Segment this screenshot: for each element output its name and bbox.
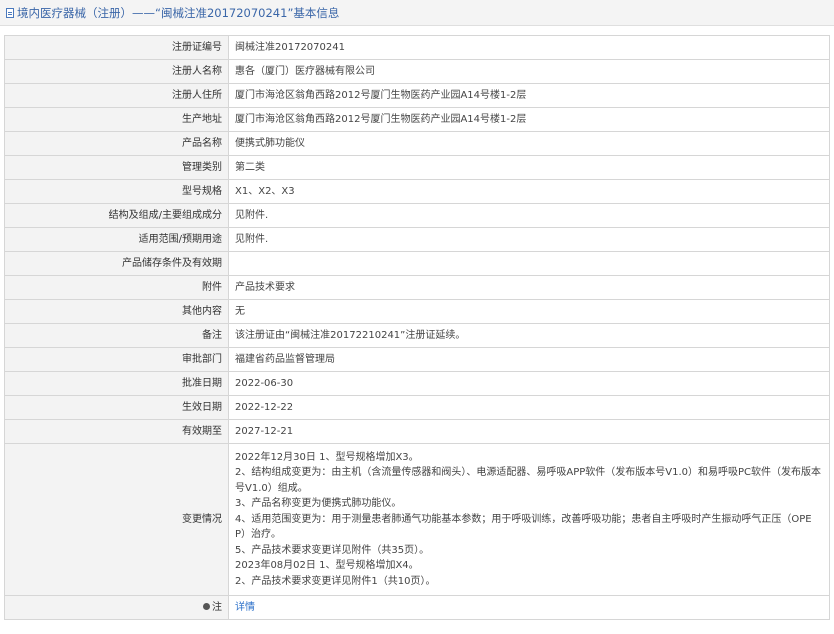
change-line: 5、产品技术要求变更详见附件（共35页）。 [235,544,430,556]
field-value: 2022-06-30 [228,371,830,396]
table-row: 型号规格 X1、X2、X3 [4,179,830,204]
field-value: 该注册证由“闽械注准20172210241”注册证延续。 [228,323,830,348]
field-value: 2027-12-21 [228,419,830,444]
table-row: 结构及组成/主要组成成分 见附件. [4,203,830,228]
change-line: 2023年08月02日 1、型号规格增加X4。 [235,560,419,572]
field-value: 厦门市海沧区翁角西路2012号厦门生物医药产业园A14号楼1-2层 [228,107,830,132]
field-label: 产品名称 [4,131,229,156]
change-line: 2022年12月30日 1、型号规格增加X3。 [235,451,419,463]
field-value: 第二类 [228,155,830,180]
change-line: 4、适用范围变更为：用于测量患者肺通气功能基本参数；用于呼吸训练，改善呼吸功能；… [235,513,812,525]
field-label: 产品储存条件及有效期 [4,251,229,276]
field-value: 福建省药品监督管理局 [228,347,830,372]
field-value [228,251,830,276]
info-table: 注册证编号 闽械注准20172070241 注册人名称 惠各（厦门）医疗器械有限… [4,35,830,620]
table-row: 产品名称 便携式肺功能仪 [4,131,830,156]
change-line: 号V1.0）组成。 [235,482,308,494]
page-title: 境内医疗器械（注册）——“闽械注准20172070241”基本信息 [17,5,340,20]
change-line: 3、产品名称变更为便携式肺功能仪。 [235,498,402,510]
note-value-cell: 详情 [228,595,830,620]
details-link[interactable]: 详情 [235,602,255,613]
field-value: 见附件. [228,203,830,228]
field-value: 闽械注准20172070241 [228,35,830,60]
changes-value: 2022年12月30日 1、型号规格增加X3。 2、结构组成变更为：由主机（含流… [228,443,830,596]
field-label: 批准日期 [4,371,229,396]
field-value: 见附件. [228,227,830,252]
table-row: 管理类别 第二类 [4,155,830,180]
field-value: X1、X2、X3 [228,179,830,204]
changes-label: 变更情况 [4,443,229,596]
field-label: 生效日期 [4,395,229,420]
field-label: 型号规格 [4,179,229,204]
table-row: 其他内容 无 [4,299,830,324]
table-row: 适用范围/预期用途 见附件. [4,227,830,252]
change-line: P）治疗。 [235,529,282,541]
field-label: 审批部门 [4,347,229,372]
field-label: 注册人名称 [4,59,229,84]
note-label: 注 [212,602,222,613]
field-value: 便携式肺功能仪 [228,131,830,156]
table-row: 注册证编号 闽械注准20172070241 [4,35,830,60]
field-value: 厦门市海沧区翁角西路2012号厦门生物医药产业园A14号楼1-2层 [228,83,830,108]
field-label: 附件 [4,275,229,300]
table-row: 产品储存条件及有效期 [4,251,830,276]
document-icon [6,7,14,18]
table-row-changes: 变更情况 2022年12月30日 1、型号规格增加X3。 2、结构组成变更为：由… [4,443,830,596]
table-row: 生产地址 厦门市海沧区翁角西路2012号厦门生物医药产业园A14号楼1-2层 [4,107,830,132]
field-value: 惠各（厦门）医疗器械有限公司 [228,59,830,84]
field-label: 适用范围/预期用途 [4,227,229,252]
field-value: 产品技术要求 [228,275,830,300]
field-label: 注册人住所 [4,83,229,108]
table-row-note: 注 详情 [4,595,830,620]
change-line: 2、结构组成变更为：由主机（含流量传感器和阀头）、电源适配器、易呼吸APP软件（… [235,467,822,479]
field-label: 其他内容 [4,299,229,324]
change-line: 2、产品技术要求变更详见附件1（共10页）。 [235,575,436,587]
table-row: 附件 产品技术要求 [4,275,830,300]
field-label: 管理类别 [4,155,229,180]
field-label: 备注 [4,323,229,348]
field-label: 注册证编号 [4,35,229,60]
field-value: 无 [228,299,830,324]
table-row: 备注 该注册证由“闽械注准20172210241”注册证延续。 [4,323,830,348]
table-row: 审批部门 福建省药品监督管理局 [4,347,830,372]
table-row: 注册人住所 厦门市海沧区翁角西路2012号厦门生物医药产业园A14号楼1-2层 [4,83,830,108]
field-label: 有效期至 [4,419,229,444]
table-row: 注册人名称 惠各（厦门）医疗器械有限公司 [4,59,830,84]
field-label: 生产地址 [4,107,229,132]
note-label-cell: 注 [4,595,229,620]
table-row: 批准日期 2022-06-30 [4,371,830,396]
field-label: 结构及组成/主要组成成分 [4,203,229,228]
field-value: 2022-12-22 [228,395,830,420]
table-row: 生效日期 2022-12-22 [4,395,830,420]
page-header: 境内医疗器械（注册）——“闽械注准20172070241”基本信息 [0,0,834,26]
table-row: 有效期至 2027-12-21 [4,419,830,444]
note-dot-icon [203,602,210,610]
